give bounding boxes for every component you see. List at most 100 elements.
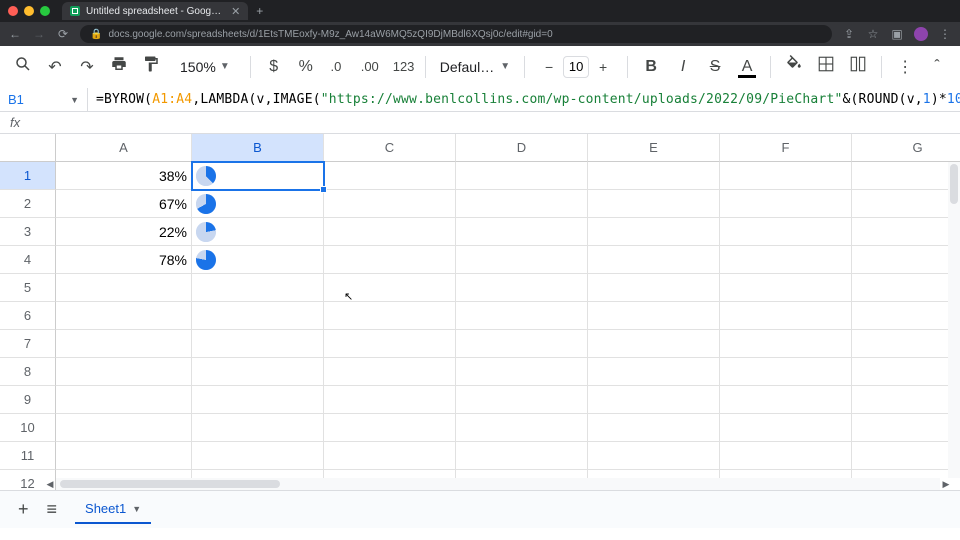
row-header[interactable]: 6 xyxy=(0,302,56,330)
bookmark-icon[interactable]: ☆ xyxy=(866,27,880,41)
formula-input[interactable]: =BYROW(A1:A4,LAMBDA(v,IMAGE("https://www… xyxy=(88,92,960,107)
close-tab-icon[interactable]: ✕ xyxy=(231,5,240,18)
cell[interactable]: 78% xyxy=(56,246,192,274)
cell[interactable] xyxy=(588,190,720,218)
selection-handle[interactable] xyxy=(320,186,327,193)
vertical-scrollbar[interactable] xyxy=(948,162,960,478)
cell[interactable] xyxy=(720,302,852,330)
fill-color-icon[interactable] xyxy=(785,55,803,78)
cell[interactable] xyxy=(192,442,324,470)
row-header[interactable]: 7 xyxy=(0,330,56,358)
row-header[interactable]: 8 xyxy=(0,358,56,386)
cell[interactable] xyxy=(56,302,192,330)
percent-icon[interactable]: % xyxy=(297,58,315,76)
cell[interactable] xyxy=(720,414,852,442)
cell[interactable] xyxy=(56,386,192,414)
cell[interactable] xyxy=(324,386,456,414)
column-header[interactable]: G xyxy=(852,134,960,162)
cell[interactable] xyxy=(588,442,720,470)
cell[interactable] xyxy=(56,414,192,442)
close-window-icon[interactable] xyxy=(8,6,18,16)
cell[interactable] xyxy=(192,330,324,358)
cell[interactable] xyxy=(56,442,192,470)
decrease-font-button[interactable]: − xyxy=(539,57,559,77)
increase-font-button[interactable]: + xyxy=(593,57,613,77)
fx-symbol[interactable]: fx xyxy=(10,115,20,130)
paint-format-icon[interactable] xyxy=(142,55,160,78)
row-header[interactable]: 11 xyxy=(0,442,56,470)
cell[interactable] xyxy=(56,274,192,302)
browser-tab[interactable]: Untitled spreadsheet - Goog… ✕ xyxy=(62,2,248,20)
cell[interactable] xyxy=(852,358,960,386)
add-sheet-button[interactable]: + xyxy=(18,499,29,520)
cell[interactable] xyxy=(720,386,852,414)
more-formats-icon[interactable]: 123 xyxy=(393,59,411,74)
extensions-icon[interactable]: ▣ xyxy=(890,27,904,41)
cell[interactable] xyxy=(852,246,960,274)
cell[interactable] xyxy=(192,386,324,414)
cell[interactable] xyxy=(588,302,720,330)
cell[interactable] xyxy=(720,190,852,218)
borders-icon[interactable] xyxy=(817,55,835,78)
cell[interactable] xyxy=(192,246,324,274)
cell[interactable] xyxy=(588,274,720,302)
select-all-corner[interactable] xyxy=(0,134,56,162)
reload-icon[interactable]: ⟳ xyxy=(56,27,70,41)
row-header[interactable]: 5 xyxy=(0,274,56,302)
cell[interactable] xyxy=(324,358,456,386)
back-icon[interactable]: ← xyxy=(8,27,22,41)
cell[interactable] xyxy=(852,442,960,470)
cell[interactable] xyxy=(852,330,960,358)
cell[interactable] xyxy=(324,162,456,190)
scrollbar-thumb[interactable] xyxy=(60,480,280,488)
cell[interactable] xyxy=(588,330,720,358)
column-header[interactable]: F xyxy=(720,134,852,162)
cell[interactable] xyxy=(456,246,588,274)
cell[interactable] xyxy=(720,274,852,302)
cell[interactable] xyxy=(588,414,720,442)
merge-cells-icon[interactable] xyxy=(849,55,867,78)
cell[interactable]: 38% xyxy=(56,162,192,190)
cell[interactable] xyxy=(588,246,720,274)
menu-icon[interactable]: ⋮ xyxy=(938,27,952,41)
maximize-window-icon[interactable] xyxy=(40,6,50,16)
cell[interactable] xyxy=(456,414,588,442)
cell[interactable] xyxy=(324,442,456,470)
sheet-tab[interactable]: Sheet1 ▼ xyxy=(75,495,151,524)
spreadsheet-grid[interactable]: ABCDEFG138%267%322%478%56789101112 ↖ ◀ ▶ xyxy=(0,134,960,490)
share-icon[interactable]: ⇪ xyxy=(842,27,856,41)
zoom-select[interactable]: 150% ▼ xyxy=(174,56,236,78)
cell[interactable] xyxy=(324,330,456,358)
search-icon[interactable] xyxy=(14,55,32,78)
strikethrough-icon[interactable]: S xyxy=(706,58,724,76)
cell[interactable] xyxy=(456,218,588,246)
cell[interactable] xyxy=(588,218,720,246)
cell[interactable] xyxy=(192,218,324,246)
cell[interactable] xyxy=(456,358,588,386)
scroll-right-icon[interactable]: ▶ xyxy=(940,479,952,490)
cell[interactable] xyxy=(456,386,588,414)
cell[interactable] xyxy=(324,246,456,274)
cell[interactable] xyxy=(720,330,852,358)
cell[interactable] xyxy=(720,442,852,470)
more-toolbar-icon[interactable]: ⋮ xyxy=(896,57,914,77)
cell[interactable] xyxy=(852,414,960,442)
scrollbar-thumb[interactable] xyxy=(950,164,958,204)
row-header[interactable]: 3 xyxy=(0,218,56,246)
redo-icon[interactable]: ↷ xyxy=(78,57,96,77)
font-family-select[interactable]: Defaul… ▼ xyxy=(440,59,510,75)
minimize-window-icon[interactable] xyxy=(24,6,34,16)
increase-decimal-icon[interactable]: .00 xyxy=(361,59,379,74)
row-header[interactable]: 9 xyxy=(0,386,56,414)
url-field[interactable]: 🔒 docs.google.com/spreadsheets/d/1EtsTME… xyxy=(80,25,832,43)
all-sheets-button[interactable]: ≡ xyxy=(47,499,58,520)
new-tab-button[interactable]: + xyxy=(256,4,263,18)
cell[interactable] xyxy=(324,218,456,246)
cell[interactable] xyxy=(324,414,456,442)
italic-icon[interactable]: I xyxy=(674,58,692,76)
undo-icon[interactable]: ↶ xyxy=(46,57,64,77)
collapse-toolbar-icon[interactable]: ˆ xyxy=(928,58,946,76)
column-header[interactable]: D xyxy=(456,134,588,162)
cell[interactable] xyxy=(192,190,324,218)
cell[interactable] xyxy=(852,218,960,246)
